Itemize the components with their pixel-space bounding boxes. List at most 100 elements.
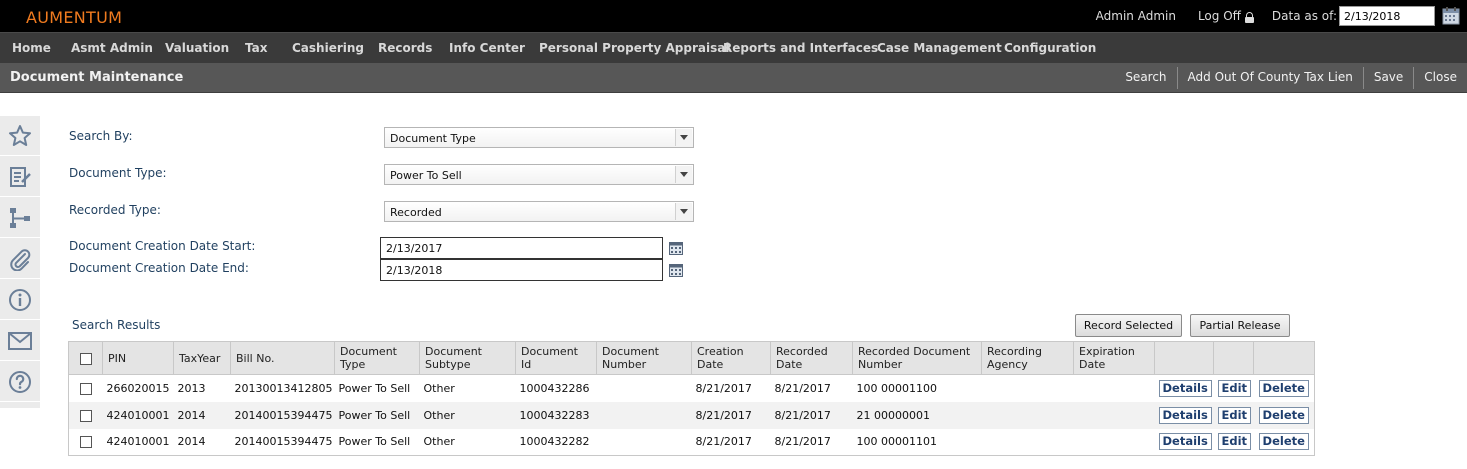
details-button[interactable]: Details — [1158, 406, 1212, 424]
cell-creation-date: 8/21/2017 — [695, 381, 752, 395]
column-expiration-date[interactable]: Expiration Date — [1073, 341, 1155, 375]
edit-button[interactable]: Edit — [1217, 433, 1252, 451]
brand-logo: AUMENTUM — [26, 8, 123, 27]
menu-personal-property-appraisal[interactable]: Personal Property Appraisal — [539, 41, 729, 55]
cell-document-subtype: Other — [419, 428, 516, 456]
cell-expiration-date — [1073, 401, 1155, 429]
cell-document-number — [597, 375, 692, 402]
log-off-label: Log Off — [1197, 9, 1241, 23]
recorded-type-label: Recorded Type: — [69, 203, 161, 217]
delete-button[interactable]: Delete — [1258, 379, 1309, 397]
search-by-value: Document Type — [390, 132, 476, 145]
select-all-cell — [68, 341, 103, 375]
log-off-link[interactable]: Log Off — [1198, 9, 1254, 23]
column-pin[interactable]: PIN — [102, 341, 174, 375]
menu-reports-and-interfaces[interactable]: Reports and Interfaces — [723, 41, 878, 55]
cell-pin: 424010001 — [102, 428, 174, 456]
column-bill-no[interactable]: Bill No. — [230, 341, 335, 375]
edit-button[interactable]: Edit — [1217, 379, 1252, 397]
details-button[interactable]: Details — [1158, 379, 1212, 397]
cell-recorded-document-number: 100 00001100 — [856, 381, 937, 395]
mail-icon[interactable] — [0, 321, 40, 361]
cell-recorded-document-number: 21 00000001 — [852, 401, 982, 429]
paperclip-icon[interactable] — [0, 239, 40, 279]
add-out-of-county-tax-lien-action[interactable]: Add Out Of County Tax Lien — [1176, 67, 1363, 89]
close-action[interactable]: Close — [1413, 67, 1467, 89]
calendar-icon[interactable] — [669, 263, 683, 277]
document-type-label: Document Type: — [69, 166, 167, 180]
date-end-input[interactable] — [380, 259, 663, 281]
cell-document-type: Power To Sell — [334, 428, 420, 456]
cell-recording-agency — [982, 375, 1074, 402]
menu-valuation[interactable]: Valuation — [165, 41, 229, 55]
select-all-checkbox[interactable] — [79, 352, 92, 365]
details-button[interactable]: Details — [1158, 433, 1212, 451]
column-creation-date[interactable]: Creation Date — [691, 341, 771, 375]
edit-cell: Edit — [1214, 375, 1254, 402]
data-as-of-input[interactable] — [1339, 6, 1435, 26]
user-name[interactable]: Admin Admin — [1096, 9, 1176, 23]
cell-tax-year: 2014 — [173, 428, 231, 456]
column-document-number[interactable]: Document Number — [596, 341, 692, 375]
search-by-select[interactable]: Document Type — [384, 127, 694, 148]
column-tax-year[interactable]: TaxYear — [173, 341, 231, 375]
column-recording-agency[interactable]: Recording Agency — [981, 341, 1074, 375]
star-icon[interactable] — [0, 116, 40, 156]
menu-info-center[interactable]: Info Center — [449, 41, 525, 55]
table-row: 424010001 2014 20140015394475 Power To S… — [68, 428, 1315, 456]
calendar-icon[interactable] — [1441, 6, 1461, 26]
row-checkbox[interactable] — [79, 436, 92, 449]
cell-pin: 424010001 — [102, 401, 174, 429]
hierarchy-icon[interactable] — [0, 198, 40, 238]
calendar-icon[interactable] — [669, 241, 683, 255]
help-icon[interactable] — [0, 362, 40, 402]
info-icon[interactable] — [0, 280, 40, 320]
date-start-input[interactable] — [380, 237, 663, 259]
cell-bill-no: 20130013412805 — [234, 381, 333, 395]
menu-home[interactable]: Home — [12, 41, 51, 55]
row-select-cell — [68, 401, 103, 429]
menu-tax[interactable]: Tax — [245, 41, 267, 55]
search-action[interactable]: Search — [1115, 67, 1176, 89]
edit-cell: Edit — [1213, 401, 1254, 429]
column-document-id[interactable]: Document Id — [515, 341, 597, 375]
menu-case-management[interactable]: Case Management — [877, 41, 1002, 55]
table-row: 424010001 2014 20140015394475 Power To S… — [68, 401, 1315, 429]
cell-tax-year: 2013 — [177, 381, 206, 395]
cell-pin: 266020015 — [106, 381, 170, 395]
cell-tax-year: 2014 — [173, 401, 231, 429]
edit-document-icon[interactable] — [0, 157, 40, 197]
delete-cell: Delete — [1253, 401, 1315, 429]
cell-creation-date: 8/21/2017 — [691, 428, 771, 456]
column-edit — [1213, 341, 1254, 375]
recorded-type-select[interactable]: Recorded — [384, 201, 694, 222]
top-bar: AUMENTUM Admin Admin Log Off Data as of: — [0, 0, 1467, 32]
details-cell: Details — [1154, 428, 1214, 456]
delete-button[interactable]: Delete — [1258, 406, 1309, 424]
record-selected-button[interactable]: Record Selected — [1075, 314, 1182, 337]
menu-cashiering[interactable]: Cashiering — [292, 41, 364, 55]
date-start-label: Document Creation Date Start: — [69, 239, 256, 253]
column-recorded-date[interactable]: Recorded Date — [770, 341, 853, 375]
save-action[interactable]: Save — [1362, 67, 1413, 89]
menu-records[interactable]: Records — [378, 41, 432, 55]
cell-document-id: 1000432282 — [515, 428, 597, 456]
row-checkbox[interactable] — [79, 409, 92, 422]
row-checkbox[interactable] — [79, 382, 92, 395]
cell-recording-agency — [981, 401, 1074, 429]
menu-configuration[interactable]: Configuration — [1004, 41, 1096, 55]
page-title: Document Maintenance — [10, 70, 184, 85]
column-document-type[interactable]: Document Type — [334, 341, 420, 375]
cell-document-number — [596, 401, 692, 429]
column-recorded-document-number[interactable]: Recorded Document Number — [852, 341, 982, 375]
column-document-subtype[interactable]: Document Subtype — [419, 341, 516, 375]
cell-document-id: 1000432286 — [519, 381, 590, 395]
cell-bill-no: 20140015394475 — [230, 401, 335, 429]
column-details — [1154, 341, 1214, 375]
menu-asmt-admin[interactable]: Asmt Admin — [71, 41, 153, 55]
document-type-select[interactable]: Power To Sell — [384, 164, 694, 185]
partial-release-button[interactable]: Partial Release — [1190, 314, 1290, 337]
delete-button[interactable]: Delete — [1258, 433, 1309, 451]
page-header: Document Maintenance Search Add Out Of C… — [0, 63, 1467, 93]
edit-button[interactable]: Edit — [1217, 406, 1252, 424]
